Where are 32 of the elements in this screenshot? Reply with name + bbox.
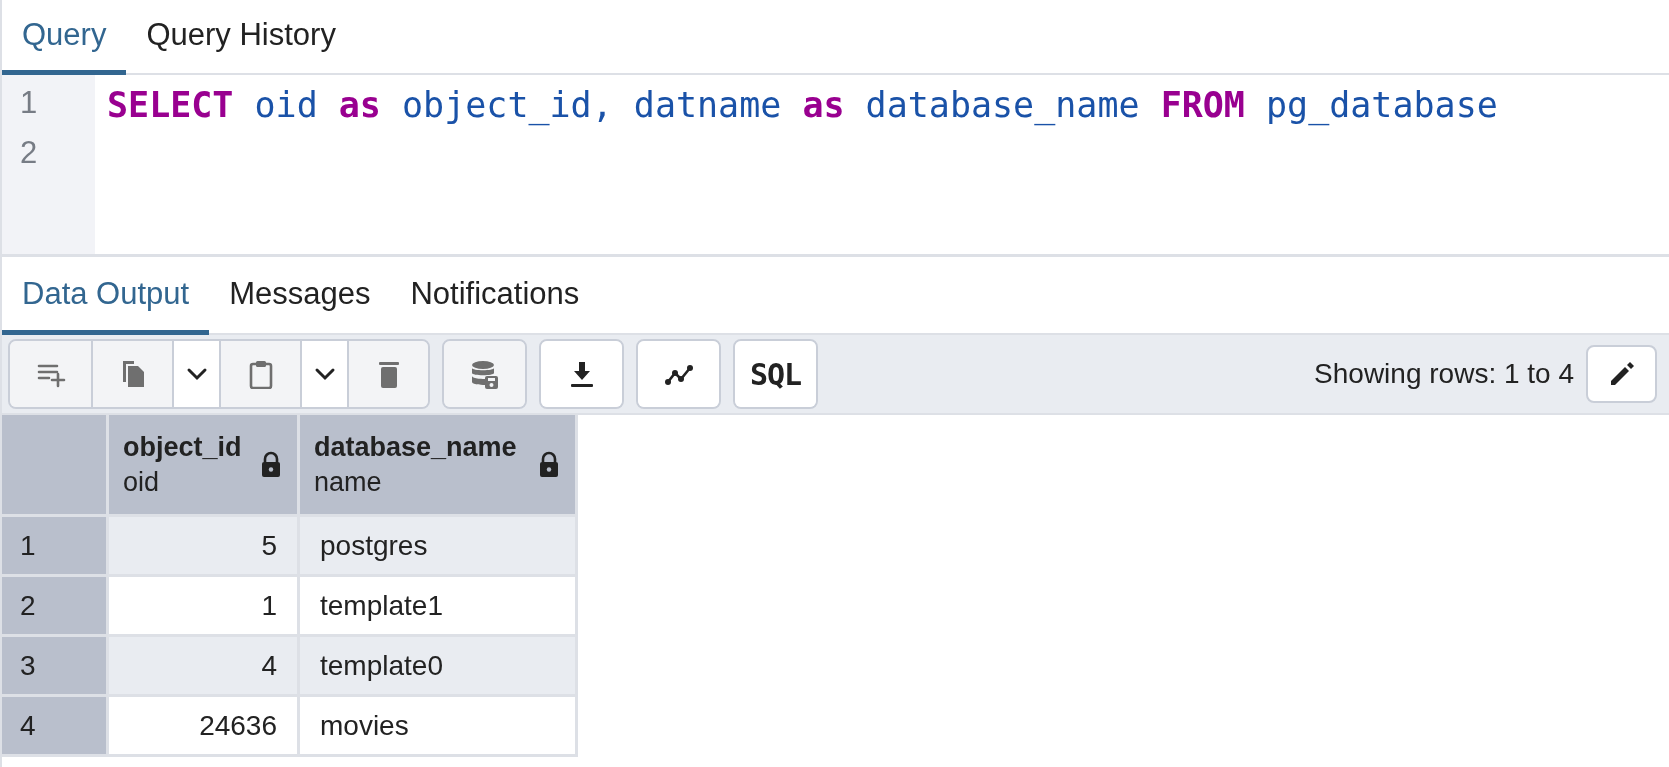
lock-icon xyxy=(537,451,561,478)
table-cell: movies xyxy=(300,697,575,754)
row-number: 2 xyxy=(2,577,106,634)
column-name: object_id xyxy=(123,431,243,463)
line-number: 1 xyxy=(19,85,39,122)
code-line: SELECT oid as object_id, datname as database_name FROM pg_database xyxy=(107,85,1498,128)
database-save-icon xyxy=(469,358,500,390)
line-number: 2 xyxy=(19,135,39,172)
row-count-text: Showing rows: 1 to 4 xyxy=(1314,358,1574,390)
dropdown-button[interactable] xyxy=(172,341,219,407)
row-number: 1 xyxy=(2,517,106,574)
row-number: 3 xyxy=(2,637,106,694)
download-button[interactable] xyxy=(541,341,622,407)
lock-icon xyxy=(259,451,283,478)
table-cell: 1 xyxy=(109,577,297,634)
column-type: oid xyxy=(123,466,161,498)
graph-button[interactable] xyxy=(638,341,719,407)
tab[interactable]: Messages xyxy=(209,257,391,335)
sql-button[interactable]: SQL xyxy=(735,341,816,407)
table-cell: template1 xyxy=(300,577,575,634)
column-type: name xyxy=(314,466,383,498)
tab[interactable]: Notifications xyxy=(390,257,600,335)
edit-button[interactable] xyxy=(1586,345,1657,403)
table-cell: 4 xyxy=(109,637,297,694)
column-name: database_name xyxy=(314,431,518,463)
row-number: 4 xyxy=(2,697,106,754)
table-cell: 24636 xyxy=(109,697,297,754)
dropdown-button[interactable] xyxy=(300,341,347,407)
table-cell: postgres xyxy=(300,517,575,574)
table-cell: template0 xyxy=(300,637,575,694)
tab[interactable]: Query History xyxy=(126,0,356,75)
table-cell: 5 xyxy=(109,517,297,574)
